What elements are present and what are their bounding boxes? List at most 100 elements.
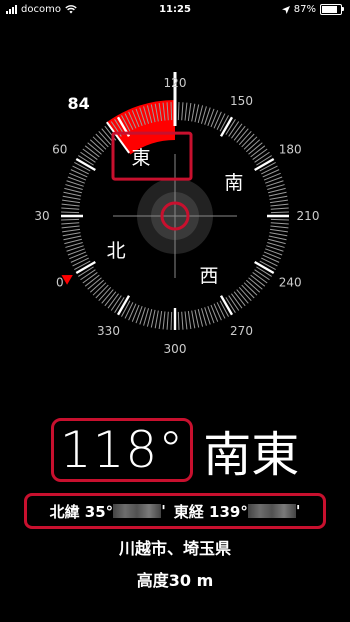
cardinal-direction-label: 東 <box>131 147 150 169</box>
minor-tick <box>210 304 219 322</box>
minor-tick <box>270 211 289 214</box>
bearing-tick-label: 30 <box>34 209 49 223</box>
status-right: 87% <box>281 4 344 15</box>
minor-tick <box>269 195 288 200</box>
minor-tick <box>72 257 89 267</box>
minor-tick <box>184 311 188 330</box>
cardinal-direction-label: 北 <box>107 240 126 262</box>
battery-level <box>322 6 337 13</box>
minor-tick <box>61 211 80 214</box>
minor-tick <box>62 199 81 204</box>
minor-tick <box>62 232 81 237</box>
heading-direction: 南東 <box>203 427 300 483</box>
minor-tick <box>191 103 196 122</box>
minor-tick <box>70 169 88 178</box>
minor-tick <box>268 187 286 194</box>
minor-tick <box>228 121 240 137</box>
minor-tick <box>69 172 87 181</box>
place-name: 川越市、埼玉県 <box>118 539 231 558</box>
minor-tick <box>154 310 159 329</box>
minor-tick <box>124 302 134 319</box>
minor-tick <box>269 199 288 204</box>
minor-tick <box>194 309 200 328</box>
minor-tick <box>80 151 96 163</box>
minor-tick <box>70 254 88 263</box>
bearing-tick-label: 330 <box>97 324 120 338</box>
status-bar: docomo 11:25 87% <box>0 0 350 20</box>
minor-tick <box>61 207 80 210</box>
minor-tick <box>61 222 80 225</box>
bearing-tick-label: 0 <box>56 276 64 290</box>
minor-tick <box>61 225 80 229</box>
minor-tick <box>166 311 169 330</box>
minor-tick <box>268 238 286 245</box>
minor-tick <box>64 238 82 245</box>
minor-tick <box>252 272 268 284</box>
longitude-suffix: ' <box>295 502 301 520</box>
target-bearing-label: 84 <box>68 94 90 113</box>
minor-tick <box>170 102 173 121</box>
heading-degrees: 118° <box>59 421 185 479</box>
minor-tick <box>170 311 173 330</box>
minor-tick <box>261 165 278 175</box>
minor-tick <box>254 269 270 281</box>
minor-tick <box>270 207 289 210</box>
minor-tick <box>197 105 204 123</box>
minor-tick <box>210 110 219 128</box>
coordinates[interactable]: 北緯 35° ' 東経 139° ' <box>24 493 326 529</box>
heading-readout: 118° 南東 <box>0 415 350 485</box>
cardinal-direction-label: 西 <box>199 265 218 287</box>
minor-tick <box>262 169 280 178</box>
minor-tick <box>131 304 140 322</box>
minor-tick <box>150 309 156 328</box>
altitude: 高度30 m <box>136 571 214 590</box>
minor-tick <box>158 310 163 329</box>
minor-tick <box>61 218 80 221</box>
latitude-redacted <box>113 504 162 518</box>
minor-tick <box>213 303 222 321</box>
minor-tick <box>197 309 204 327</box>
minor-tick <box>63 235 82 241</box>
minor-tick <box>261 257 278 267</box>
bearing-tick-label: 300 <box>164 342 187 356</box>
minor-tick <box>252 148 268 160</box>
bearing-tick-label: 270 <box>230 324 253 338</box>
minor-tick <box>270 222 289 225</box>
latitude-label: 北緯 35° <box>49 502 114 521</box>
minor-tick <box>181 311 184 330</box>
minor-tick <box>82 272 98 284</box>
minor-tick <box>263 251 281 260</box>
minor-tick <box>263 172 281 181</box>
minor-tick <box>63 191 82 197</box>
minor-tick <box>82 148 98 160</box>
minor-tick <box>146 309 153 327</box>
minor-tick <box>187 103 192 122</box>
minor-tick <box>231 293 243 309</box>
compass-dial[interactable]: 84 120 150 180 210 240 270 300 330 0 30 60 東南西 北 <box>0 50 350 380</box>
minor-tick <box>270 225 289 229</box>
minor-tick <box>194 104 200 123</box>
minor-tick <box>191 310 196 329</box>
minor-tick <box>177 311 180 330</box>
minor-tick <box>181 102 184 121</box>
bearing-tick-label: 60 <box>52 143 67 157</box>
minor-tick <box>128 303 137 321</box>
minor-tick <box>69 251 87 260</box>
minor-tick <box>184 102 188 121</box>
minor-tick <box>61 203 80 207</box>
minor-tick <box>231 123 243 139</box>
minor-tick <box>213 111 222 129</box>
minor-tick <box>268 235 287 241</box>
minor-tick <box>62 195 81 200</box>
minor-tick <box>80 269 96 281</box>
minor-tick <box>162 311 166 330</box>
latitude-suffix: ' <box>161 502 166 520</box>
bearing-tick-label: 150 <box>230 94 253 108</box>
minor-tick <box>216 302 226 319</box>
minor-tick <box>270 218 289 221</box>
minor-tick <box>107 293 119 309</box>
cardinal-direction-label: 南 <box>224 172 243 194</box>
bearing-tick-label: 240 <box>279 276 302 290</box>
minor-tick <box>72 165 89 175</box>
minor-tick <box>64 187 82 194</box>
